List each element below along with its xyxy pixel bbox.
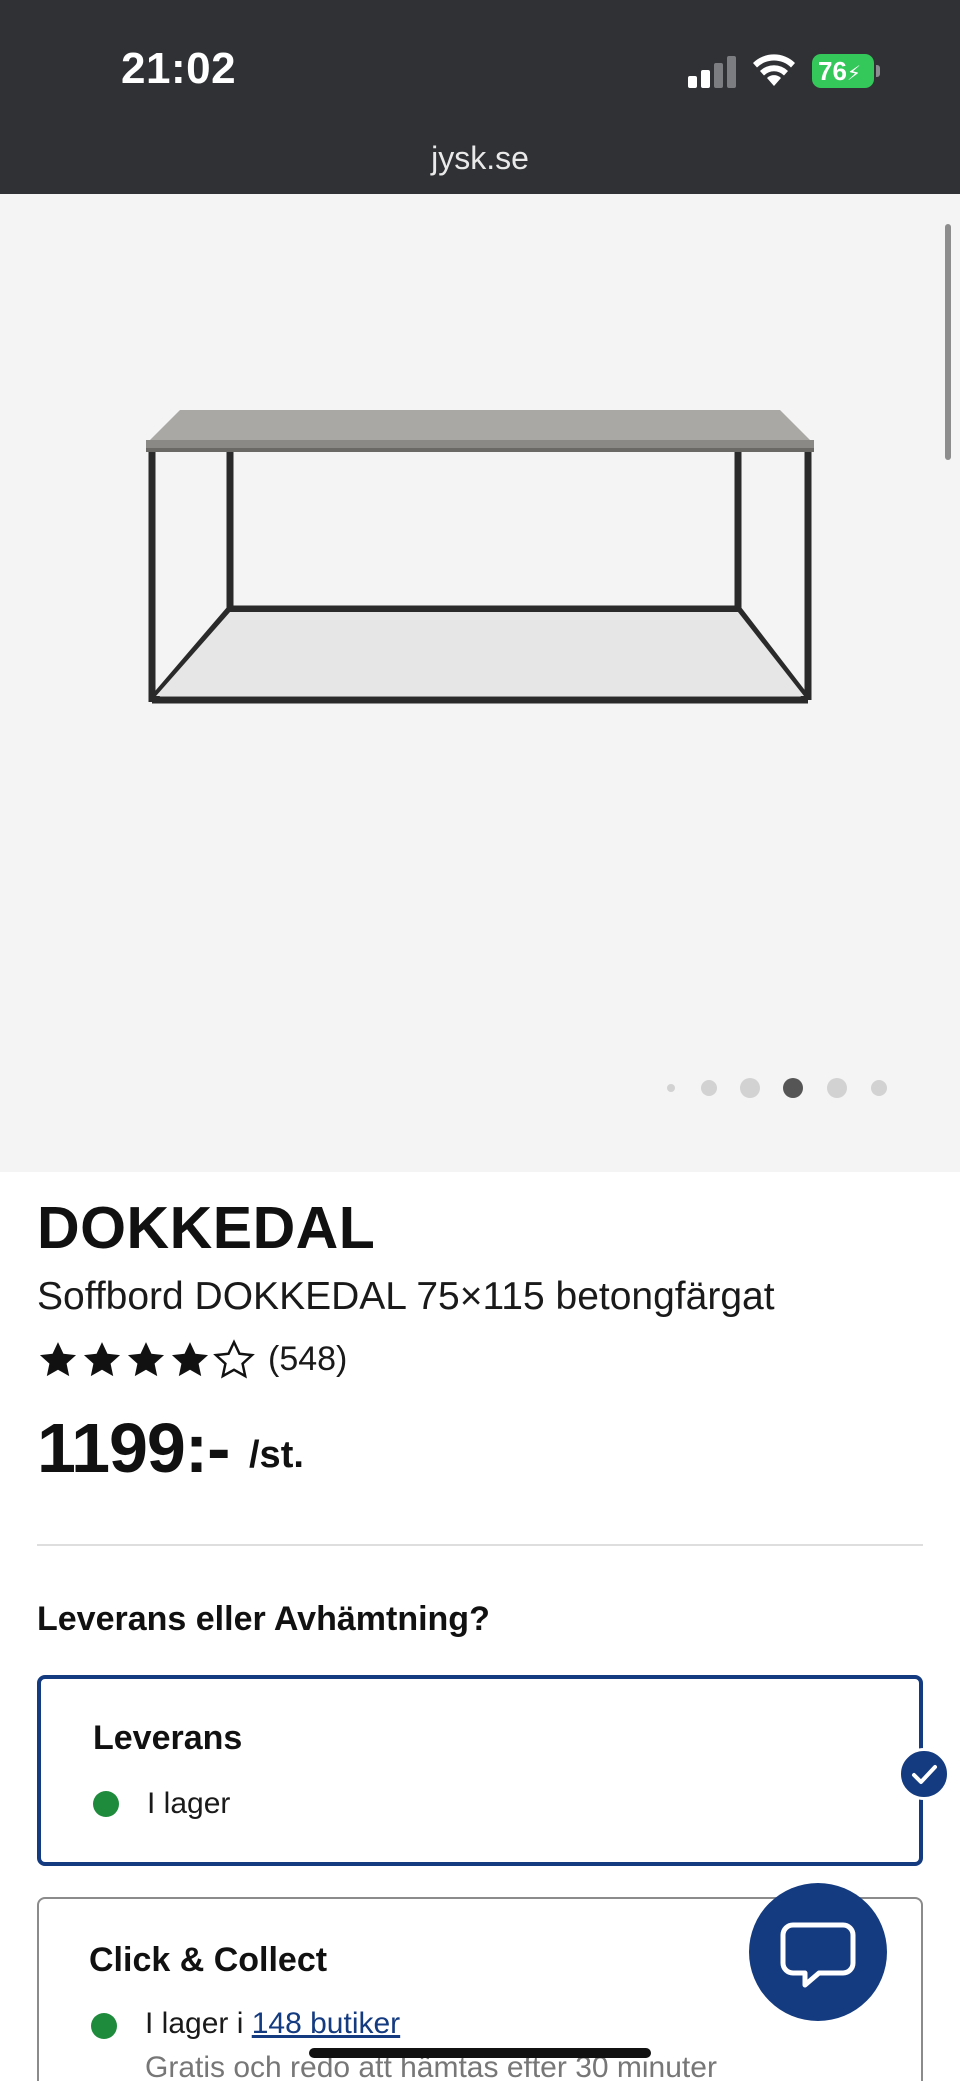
price-unit: /st. xyxy=(249,1434,304,1476)
in-stock-dot-icon xyxy=(93,1791,119,1817)
divider xyxy=(37,1544,923,1546)
product-price: 1199:- xyxy=(37,1409,230,1487)
collect-stock-status: I lager i 148 butiker xyxy=(145,2007,400,2041)
star-filled-icon xyxy=(127,1342,165,1377)
product-image xyxy=(146,410,814,704)
star-filled-icon xyxy=(171,1342,209,1377)
delivery-option-card[interactable]: Leverans I lager xyxy=(37,1675,923,1866)
in-stock-dot-icon xyxy=(91,2013,117,2039)
delivery-stock-status: I lager xyxy=(147,1787,231,1820)
battery-icon: 76⚡ xyxy=(812,54,880,88)
browser-status-bar: 21:02 76⚡ jysk.se xyxy=(0,0,960,194)
click-and-collect-title: Click & Collect xyxy=(89,1941,328,1979)
battery-level: 76 xyxy=(818,56,847,86)
star-filled-icon xyxy=(83,1342,121,1377)
review-count[interactable]: (548) xyxy=(268,1340,347,1379)
selected-check-icon xyxy=(898,1748,950,1800)
gallery-dot[interactable] xyxy=(667,1084,675,1092)
collect-stock-prefix: I lager i xyxy=(145,2007,244,2040)
gallery-dot[interactable] xyxy=(871,1080,887,1096)
product-subtitle: Soffbord DOKKEDAL 75×115 betongfärgat xyxy=(37,1275,775,1318)
star-empty-icon xyxy=(213,1339,255,1379)
scrollbar[interactable] xyxy=(945,224,951,460)
home-indicator[interactable] xyxy=(309,2048,651,2058)
gallery-dot[interactable] xyxy=(740,1078,760,1098)
stores-link[interactable]: 148 butiker xyxy=(252,2007,400,2040)
product-brand: DOKKEDAL xyxy=(37,1195,376,1261)
clock: 21:02 xyxy=(121,44,237,93)
gallery-dot[interactable] xyxy=(701,1080,717,1096)
gallery-pagination[interactable] xyxy=(660,1073,900,1103)
chat-button[interactable] xyxy=(749,1883,887,2021)
cellular-signal-icon xyxy=(688,56,738,88)
gallery-dot-active[interactable] xyxy=(783,1078,803,1098)
wifi-icon xyxy=(753,54,795,86)
fulfilment-question: Leverans eller Avhämtning? xyxy=(37,1600,490,1638)
address-bar-url[interactable]: jysk.se xyxy=(0,140,960,177)
chat-bubble-icon xyxy=(780,1922,856,1988)
gallery-dot[interactable] xyxy=(827,1078,847,1098)
star-filled-icon xyxy=(39,1342,77,1377)
rating-stars[interactable] xyxy=(37,1339,257,1381)
delivery-title: Leverans xyxy=(93,1719,243,1757)
